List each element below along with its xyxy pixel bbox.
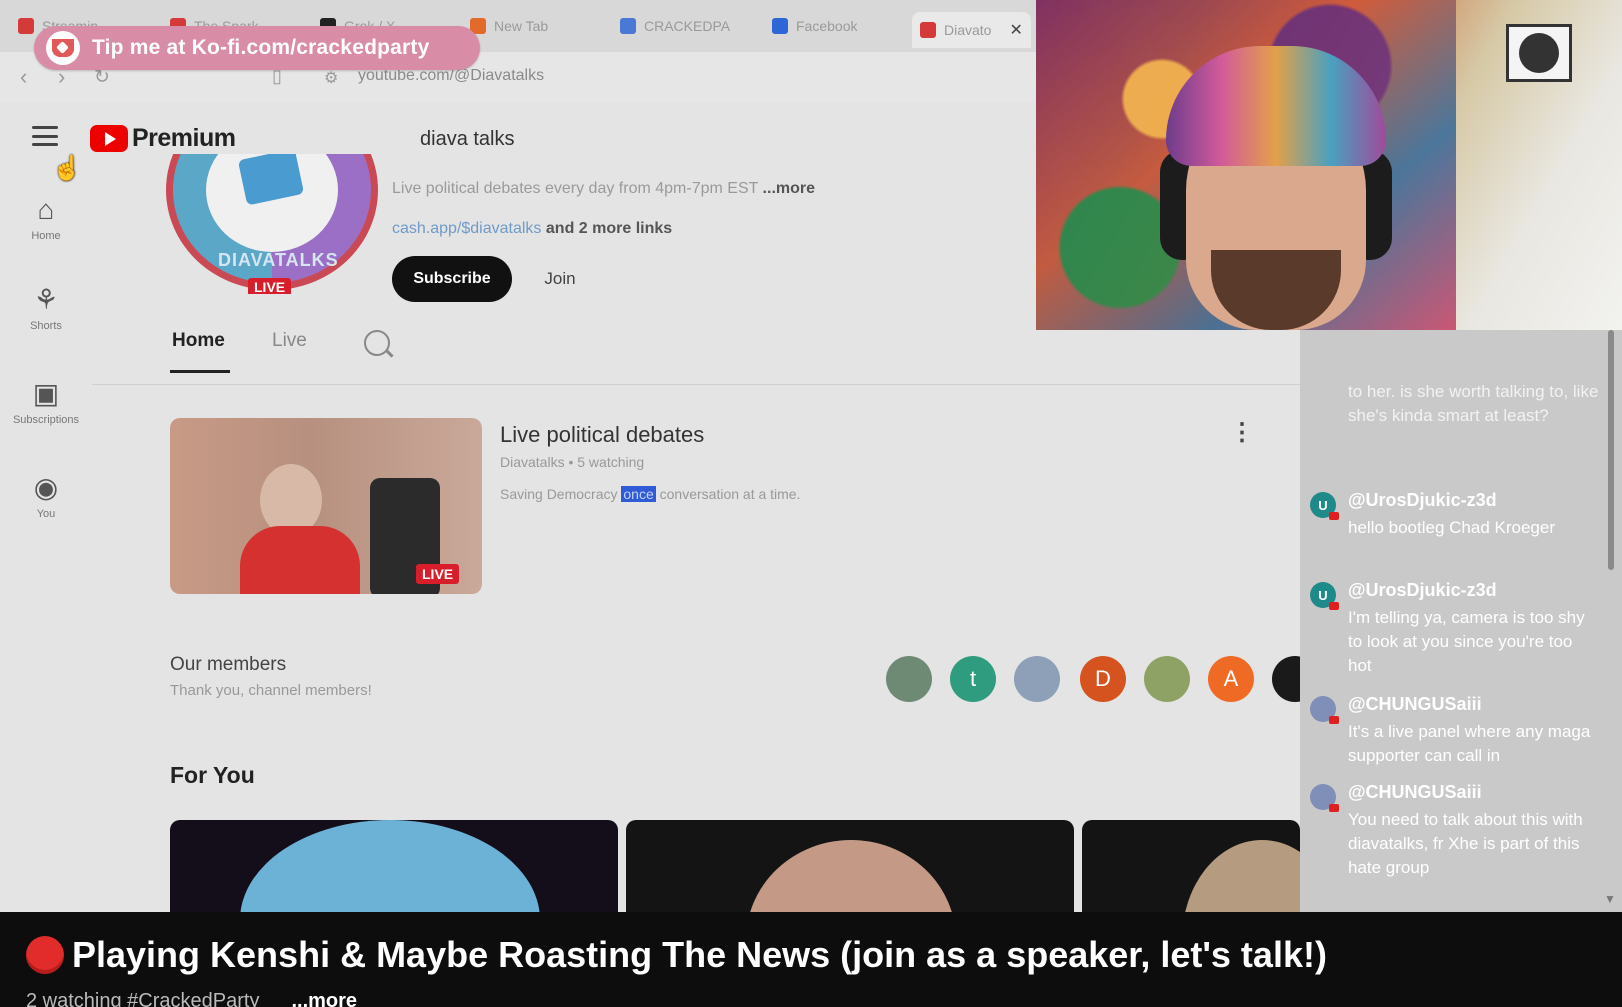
- tab-facebook[interactable]: Facebook: [772, 12, 857, 40]
- card-logo-circle: [240, 820, 540, 920]
- chat-author: @CHUNGUSaiii: [1348, 782, 1482, 802]
- subscriptions-icon: ▣: [32, 378, 60, 409]
- for-you-card[interactable]: [170, 820, 618, 920]
- active-tab-indicator: [170, 370, 230, 373]
- avatar-ring-text: DIAVATALKS: [218, 250, 339, 270]
- tab-new-tab[interactable]: New Tab: [470, 12, 548, 40]
- channel-description[interactable]: Live political debates every day from 4p…: [392, 180, 815, 198]
- channel-avatar[interactable]: DIAVATALKS LIVE: [166, 154, 378, 294]
- card-face-shape: [746, 840, 956, 920]
- subscribe-button[interactable]: Subscribe: [392, 256, 512, 302]
- video-description: Saving Democracy once conversation at a …: [500, 486, 801, 502]
- tab-live[interactable]: Live: [272, 330, 307, 352]
- red-circle-icon: [26, 936, 64, 974]
- youtube-play-icon: [90, 125, 128, 152]
- chat-avatar: [1310, 696, 1339, 724]
- chat-avatar: [1310, 784, 1339, 812]
- for-you-heading: For You: [170, 762, 255, 788]
- chat-author: @UrosDjukic-z3d: [1348, 490, 1497, 510]
- you-icon: ◉: [33, 472, 59, 503]
- stream-title: Playing Kenshi & Maybe Roasting The News…: [72, 934, 1327, 975]
- live-badge: LIVE: [248, 278, 292, 294]
- youtube-badge-icon: [1329, 512, 1339, 520]
- wall-logo-icon: [1506, 24, 1572, 82]
- description-more-link[interactable]: ...more: [291, 990, 357, 1007]
- divider: [92, 384, 1300, 385]
- description-more-link[interactable]: ...more: [763, 180, 815, 197]
- members-title: Our members: [170, 654, 287, 675]
- member-avatar[interactable]: A: [1208, 656, 1254, 702]
- site-settings-icon[interactable]: ⚙: [324, 68, 338, 88]
- video-title[interactable]: Live political debates: [500, 422, 704, 448]
- youtube-logo[interactable]: Premium: [90, 124, 236, 153]
- youtube-badge-icon: [1329, 804, 1339, 812]
- selected-text: once: [621, 486, 656, 502]
- member-avatar[interactable]: D: [1080, 656, 1126, 702]
- chat-avatar: U: [1310, 582, 1339, 610]
- stream-frame: Streamin The Spark Grok / X New Tab CRAC…: [0, 0, 1622, 1007]
- video-meta: Diavatalks • 5 watching: [500, 454, 645, 470]
- menu-icon[interactable]: [32, 126, 58, 146]
- for-you-card[interactable]: [1082, 820, 1300, 920]
- more-links-button[interactable]: and 2 more links: [546, 220, 672, 237]
- card-face-shape: [1182, 840, 1300, 920]
- youtube-favicon-icon: [920, 22, 936, 38]
- channel-links: cash.app/$diavatalks and 2 more links: [392, 220, 672, 238]
- join-button[interactable]: Join: [524, 256, 596, 302]
- chat-faded-message: to her. is she worth talking to, like sh…: [1348, 382, 1599, 425]
- chat-author: @CHUNGUSaiii: [1348, 694, 1482, 714]
- thumbnail-shirt: [240, 526, 360, 594]
- scroll-down-icon[interactable]: ▼: [1604, 892, 1616, 906]
- member-avatar[interactable]: [886, 656, 932, 702]
- kofi-text: Tip me at Ko-fi.com/crackedparty: [92, 36, 430, 59]
- chat-text: You need to talk about this with diavata…: [1348, 810, 1583, 877]
- youtube-badge-icon: [1329, 602, 1339, 610]
- chat-author: @UrosDjukic-z3d: [1348, 580, 1497, 600]
- tab-crackedparty[interactable]: CRACKEDPA: [620, 12, 730, 40]
- tab-diavatalks-active[interactable]: Diavato ✕: [912, 12, 1031, 48]
- search-icon[interactable]: [364, 330, 390, 356]
- member-avatar[interactable]: [1014, 656, 1060, 702]
- sidebar-item-shorts[interactable]: ⚘ Shorts: [0, 282, 92, 332]
- close-tab-icon[interactable]: ✕: [1009, 20, 1022, 40]
- more-vert-icon[interactable]: ⋮: [1230, 418, 1254, 447]
- for-you-card[interactable]: [626, 820, 1074, 920]
- sidebar-item-subscriptions[interactable]: ▣ Subscriptions: [0, 376, 92, 426]
- sidebar-item-you[interactable]: ◉ You: [0, 470, 92, 520]
- chat-avatar: U: [1310, 492, 1339, 520]
- stream-meta: 2 watching #CrackedParty ...more: [26, 990, 357, 1007]
- facebook-favicon-icon: [772, 18, 788, 34]
- kofi-cup-icon: [46, 31, 80, 65]
- member-avatar[interactable]: t: [950, 656, 996, 702]
- tab-favicon-icon: [18, 18, 34, 34]
- member-avatar[interactable]: [1144, 656, 1190, 702]
- video-thumbnail[interactable]: LIVE: [170, 418, 482, 594]
- youtube-badge-icon: [1329, 716, 1339, 724]
- sidebar-item-home[interactable]: ⌂ Home: [0, 192, 92, 242]
- home-icon: ⌂: [37, 194, 55, 225]
- video-live-badge: LIVE: [416, 564, 460, 584]
- chat-text: I'm telling ya, camera is too shy to loo…: [1348, 608, 1585, 675]
- cashapp-link[interactable]: cash.app/$diavatalks: [392, 220, 541, 237]
- search-input[interactable]: diava talks: [420, 128, 515, 151]
- chat-scrollbar[interactable]: [1608, 330, 1614, 570]
- chat-text: hello bootleg Chad Kroeger: [1348, 518, 1555, 537]
- kofi-banner: Tip me at Ko-fi.com/crackedparty: [34, 26, 480, 70]
- tab-home[interactable]: Home: [172, 330, 225, 352]
- docs-favicon-icon: [620, 18, 636, 34]
- members-subtitle: Thank you, channel members!: [170, 682, 372, 699]
- webcam-feed: [1036, 0, 1622, 330]
- shorts-icon: ⚘: [33, 284, 59, 315]
- pointer-cursor-icon: ☝: [52, 155, 82, 182]
- chat-text: It's a live panel where any maga support…: [1348, 722, 1591, 765]
- back-icon[interactable]: ‹: [20, 64, 27, 90]
